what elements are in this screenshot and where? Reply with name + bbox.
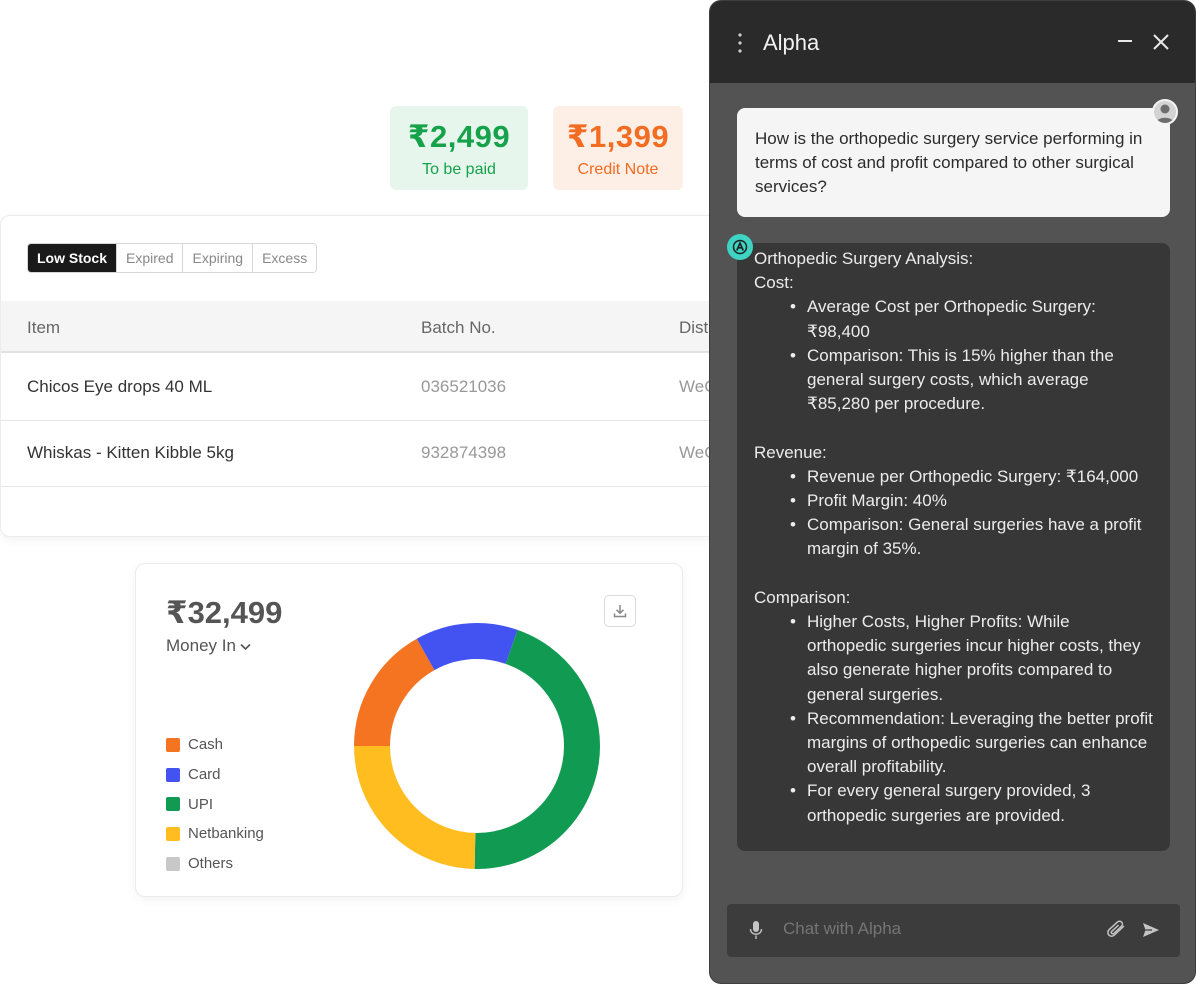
download-icon — [613, 605, 627, 618]
user-avatar — [1152, 99, 1178, 125]
credit-note-amount: ₹1,399 — [566, 119, 670, 154]
column-header-dist[interactable]: Dist — [679, 318, 708, 338]
to-be-paid-label: To be paid — [422, 161, 496, 178]
minimize-icon[interactable] — [1115, 31, 1135, 51]
send-icon[interactable] — [1142, 921, 1160, 939]
chat-title: Alpha — [763, 30, 820, 55]
user-message-bubble: How is the orthopedic surgery service pe… — [737, 108, 1170, 217]
legend-item: Cash — [166, 730, 264, 760]
inventory-tabs: Low Stock Expired Expiring Excess — [27, 243, 318, 273]
legend-item: Others — [166, 849, 264, 879]
table-header: Item Batch No. Dist — [1, 301, 739, 353]
legend-item: Card — [166, 760, 264, 790]
response-heading: Orthopedic Surgery Analysis: — [754, 249, 974, 268]
tab-expiring[interactable]: Expiring — [183, 244, 254, 272]
row-item-name: Whiskas - Kitten Kibble 5kg — [27, 443, 234, 462]
kebab-menu-icon[interactable] — [736, 31, 744, 55]
response-section-title: Comparison: — [754, 587, 851, 607]
money-type-label: Money In — [166, 636, 236, 655]
to-be-paid-amount: ₹2,499 — [407, 119, 511, 154]
response-bullet-list: Average Cost per Orthopedic Surgery: ₹98… — [790, 295, 1153, 416]
attachment-icon[interactable] — [1106, 920, 1130, 940]
tab-low-stock[interactable]: Low Stock — [28, 244, 118, 272]
response-bullet: Comparison: This is 15% higher than the … — [790, 344, 1153, 417]
money-in-amount: ₹32,499 — [166, 595, 283, 630]
legend-label: Netbanking — [188, 825, 264, 843]
response-section-title: Revenue: — [754, 442, 827, 462]
row-item-name: Chicos Eye drops 40 ML — [27, 377, 213, 396]
column-header-item[interactable]: Item — [27, 318, 60, 338]
legend-item: UPI — [166, 789, 264, 819]
response-bullet-list: Higher Costs, Higher Profits: While orth… — [790, 610, 1153, 828]
response-bullet: Revenue per Orthopedic Surgery: ₹164,000 — [790, 465, 1153, 489]
alpha-chat-panel: Alpha How is the orthopedic surgery serv… — [709, 0, 1196, 984]
table-row[interactable]: Chicos Eye drops 40 ML 036521036 WeC — [1, 355, 739, 421]
column-header-batch[interactable]: Batch No. — [421, 318, 496, 338]
legend-label: Cash — [188, 736, 224, 754]
credit-note-label: Credit Note — [577, 161, 659, 178]
chat-input[interactable] — [783, 919, 1083, 939]
credit-note-card: ₹1,399 Credit Note — [553, 106, 683, 190]
response-bullet: Higher Costs, Higher Profits: While orth… — [790, 610, 1153, 707]
tab-expired[interactable]: Expired — [117, 244, 184, 272]
row-batch-number: 932874398 — [421, 443, 507, 462]
money-in-card: ₹32,499 Money In Cash Card UPI Netbanking Ot… — [135, 563, 683, 897]
chart-legend: Cash Card UPI Netbanking Others — [166, 730, 264, 878]
response-bullet: Average Cost per Orthopedic Surgery: ₹98… — [790, 295, 1153, 343]
inventory-panel: Low Stock Expired Expiring Excess Item B… — [0, 215, 740, 537]
legend-item: Netbanking — [166, 819, 264, 849]
legend-label: Card — [188, 766, 221, 784]
response-bullet: Comparison: General surgeries have a pro… — [790, 513, 1153, 561]
legend-swatch — [166, 737, 180, 752]
response-bullet-list: Revenue per Orthopedic Surgery: ₹164,000… — [790, 465, 1153, 562]
assistant-message-bubble: Orthopedic Surgery Analysis: Cost: Avera… — [737, 243, 1170, 851]
money-type-dropdown[interactable]: Money In — [166, 636, 251, 656]
response-bullet: Recommendation: Leveraging the better pr… — [790, 707, 1153, 780]
download-button[interactable] — [604, 595, 636, 627]
chevron-down-icon — [240, 640, 251, 654]
legend-swatch — [166, 767, 180, 782]
legend-swatch — [166, 856, 180, 871]
to-be-paid-card: ₹2,499 To be paid — [390, 106, 528, 190]
table-row[interactable]: Whiskas - Kitten Kibble 5kg 932874398 We… — [1, 421, 739, 487]
legend-label: UPI — [188, 795, 214, 813]
response-section-title: Cost: — [754, 273, 794, 293]
microphone-icon[interactable] — [749, 920, 763, 940]
legend-swatch — [166, 826, 180, 841]
chat-input-bar — [727, 904, 1180, 957]
tab-excess[interactable]: Excess — [253, 244, 317, 272]
row-batch-number: 036521036 — [421, 377, 507, 396]
response-bullet: Profit Margin: 40% — [790, 489, 1153, 513]
legend-label: Others — [188, 855, 234, 873]
response-bullet: For every general surgery provided, 3 or… — [790, 779, 1153, 827]
user-avatar-icon — [1156, 104, 1174, 123]
legend-swatch — [166, 797, 180, 812]
chat-header: Alpha — [710, 1, 1195, 83]
close-icon[interactable] — [1150, 31, 1172, 53]
money-in-donut-chart — [354, 623, 600, 869]
alpha-logo-icon — [727, 234, 753, 260]
